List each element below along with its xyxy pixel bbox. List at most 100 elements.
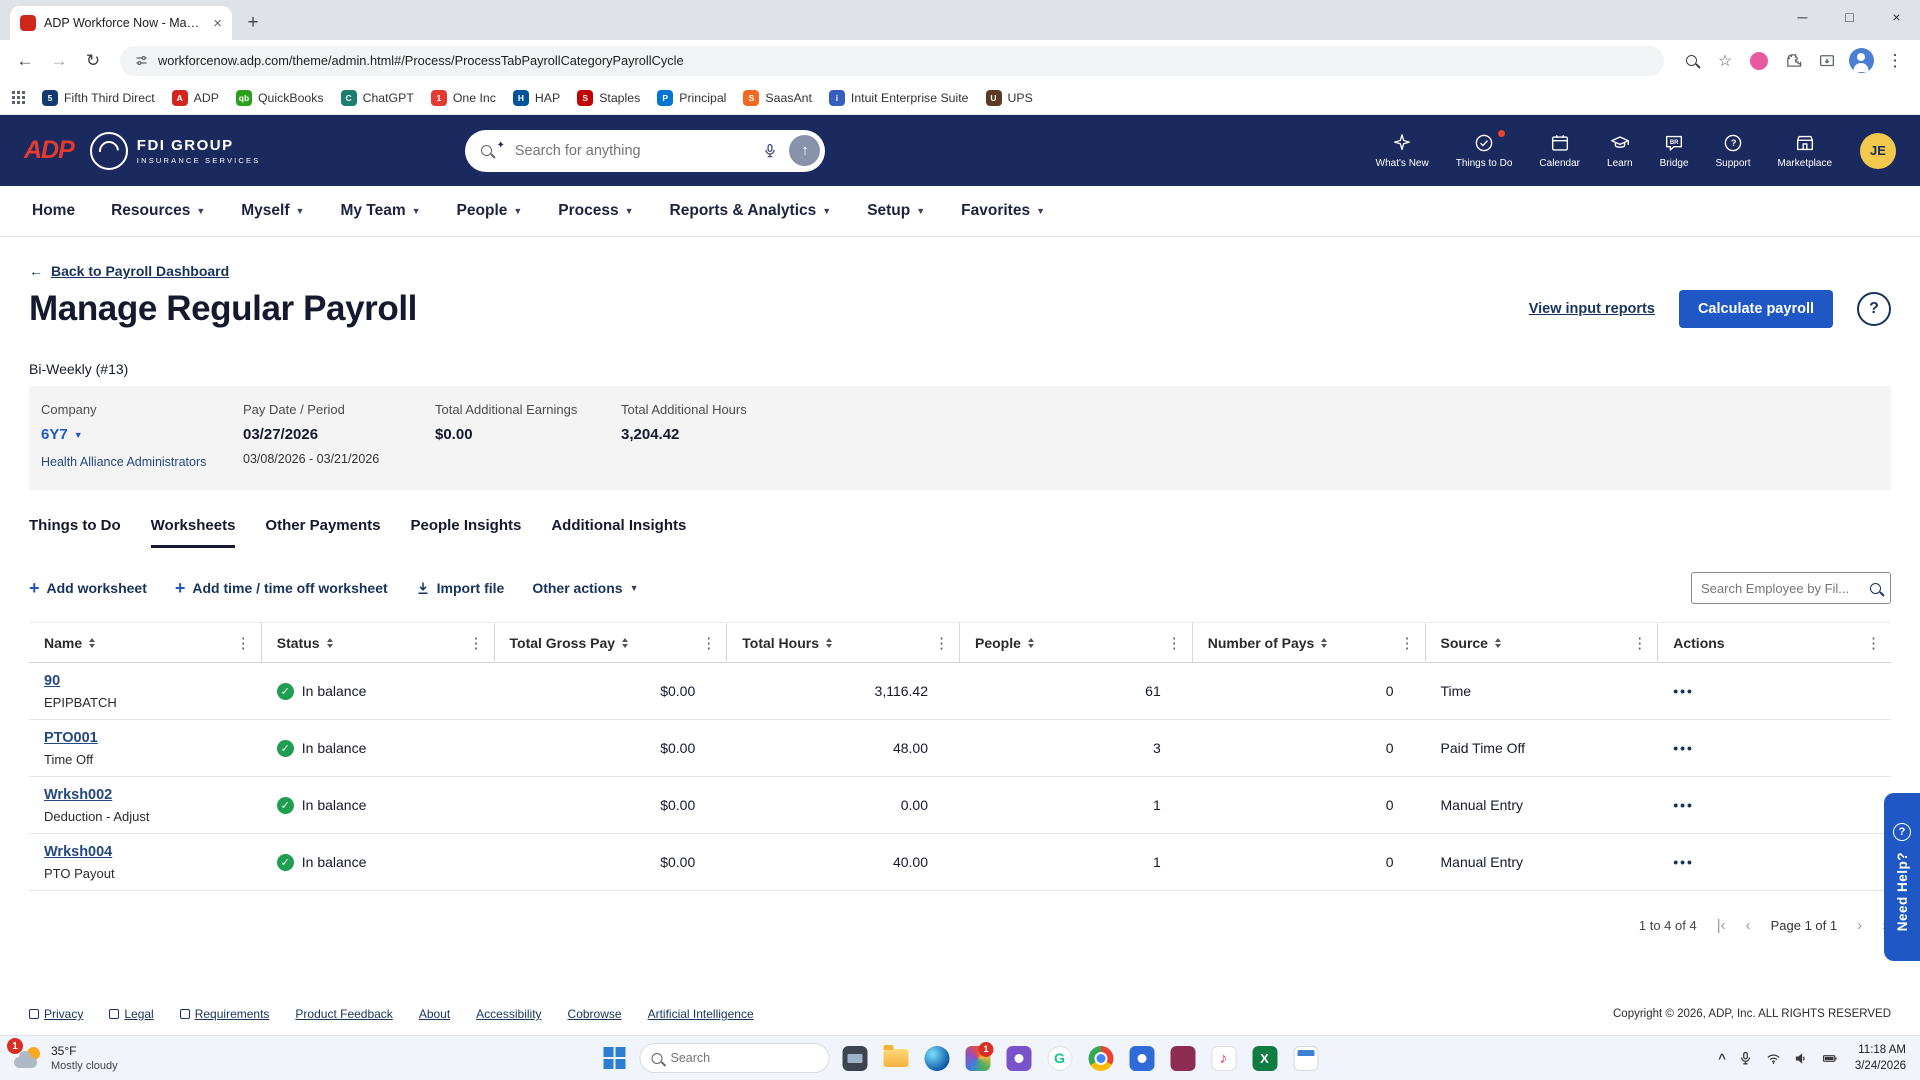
microphone-icon[interactable] (761, 142, 779, 160)
employee-search-input[interactable] (1701, 580, 1862, 596)
apps-grid-icon[interactable] (12, 91, 25, 104)
column-menu-icon[interactable]: ⋮ (469, 634, 484, 652)
add-time-worksheet-button[interactable]: + Add time / time off worksheet (175, 579, 388, 597)
file-explorer-icon[interactable] (880, 1042, 912, 1074)
worksheet-link[interactable]: Wrksh004 (44, 844, 112, 860)
nav-people[interactable]: People ▼ (457, 202, 523, 220)
music-app-icon[interactable]: ♪ (1208, 1042, 1240, 1074)
global-search-input[interactable] (514, 142, 752, 159)
row-actions-button[interactable]: ••• (1673, 683, 1694, 699)
next-page-icon[interactable]: › (1857, 917, 1862, 934)
bookmark-adp[interactable]: A ADP (171, 89, 219, 106)
column-menu-icon[interactable]: ⋮ (236, 634, 251, 652)
things-to-do-button[interactable]: Things to Do (1456, 129, 1512, 169)
column-header-name[interactable]: Name ⋮ (29, 623, 262, 662)
bookmark-star-icon[interactable]: ☆ (1710, 46, 1740, 76)
column-header-number-of-pays[interactable]: Number of Pays ⋮ (1193, 623, 1426, 662)
column-header-gross-pay[interactable]: Total Gross Pay ⋮ (495, 623, 728, 662)
row-actions-button[interactable]: ••• (1673, 854, 1694, 870)
company-code-dropdown[interactable]: 6Y7 ▼ (41, 426, 83, 443)
column-header-source[interactable]: Source ⋮ (1426, 623, 1659, 662)
app-icon-maroon[interactable] (1167, 1042, 1199, 1074)
back-to-dashboard-link[interactable]: ← Back to Payroll Dashboard (29, 263, 229, 279)
browser-menu-icon[interactable]: ⋮ (1880, 46, 1910, 76)
other-actions-dropdown[interactable]: Other actions ▼ (532, 580, 638, 596)
back-icon[interactable]: ← (10, 46, 40, 76)
footer-link-accessibility[interactable]: Accessibility (476, 1007, 541, 1021)
first-page-icon[interactable]: |‹ (1717, 917, 1726, 934)
nav-favorites[interactable]: Favorites ▼ (961, 202, 1045, 220)
sort-icon[interactable] (622, 637, 629, 648)
maximize-button[interactable]: □ (1826, 0, 1873, 34)
sort-icon[interactable] (1027, 637, 1034, 648)
bookmark-intuit-enterprise-suite[interactable]: i Intuit Enterprise Suite (828, 89, 969, 106)
start-button[interactable] (599, 1042, 631, 1074)
column-header-actions[interactable]: Actions ⋮ (1658, 623, 1891, 662)
bookmark-chatgpt[interactable]: C ChatGPT (340, 89, 414, 106)
column-header-total-hours[interactable]: Total Hours ⋮ (727, 623, 960, 662)
footer-link-artificial-intelligence[interactable]: Artificial Intelligence (648, 1007, 754, 1021)
column-menu-icon[interactable]: ⋮ (1400, 634, 1415, 652)
learn-button[interactable]: Learn (1607, 132, 1633, 169)
row-actions-button[interactable]: ••• (1673, 740, 1694, 756)
bookmark-staples[interactable]: S Staples (577, 89, 640, 106)
pinned-extension-icon[interactable] (1744, 46, 1774, 76)
column-menu-icon[interactable]: ⋮ (1632, 634, 1647, 652)
speaker-icon[interactable] (1793, 1050, 1810, 1067)
calculate-payroll-button[interactable]: Calculate payroll (1678, 290, 1833, 328)
taskbar-search-input[interactable] (670, 1051, 818, 1065)
footer-link-about[interactable]: About (419, 1007, 450, 1021)
bridge-button[interactable]: BR Bridge (1660, 132, 1689, 169)
nav-resources[interactable]: Resources ▼ (111, 202, 205, 220)
employee-search-box[interactable] (1691, 572, 1891, 604)
tab-things-to-do[interactable]: Things to Do (29, 517, 121, 548)
edge-icon[interactable] (921, 1042, 953, 1074)
tab-close-icon[interactable]: × (213, 16, 222, 31)
close-button[interactable]: × (1873, 0, 1920, 34)
bookmark-ups[interactable]: U UPS (985, 89, 1033, 106)
photos-app-icon[interactable]: 1 (962, 1042, 994, 1074)
add-worksheet-button[interactable]: + Add worksheet (29, 579, 147, 597)
excel-icon[interactable]: X (1249, 1042, 1281, 1074)
app-icon-purple[interactable] (1003, 1042, 1035, 1074)
worksheet-link[interactable]: Wrksh002 (44, 787, 112, 803)
hidden-icons-chevron[interactable]: ^ (1718, 1051, 1726, 1066)
tab-additional-insights[interactable]: Additional Insights (551, 517, 686, 548)
search-submit-icon[interactable]: ↑ (789, 135, 821, 166)
bookmark-saasant[interactable]: S SaasAnt (743, 89, 812, 106)
global-search-bar[interactable]: ✦ ↑ (465, 129, 826, 172)
nav-my-team[interactable]: My Team ▼ (340, 202, 420, 220)
footer-link-cobrowse[interactable]: Cobrowse (568, 1007, 622, 1021)
whats-new-button[interactable]: What's New (1376, 132, 1429, 169)
system-app-icon[interactable] (839, 1042, 871, 1074)
battery-icon[interactable] (1821, 1050, 1838, 1067)
footer-link-privacy[interactable]: Privacy (29, 1007, 83, 1021)
column-menu-icon[interactable]: ⋮ (701, 634, 716, 652)
row-actions-button[interactable]: ••• (1673, 797, 1694, 813)
nav-myself[interactable]: Myself ▼ (241, 202, 304, 220)
sort-icon[interactable] (826, 637, 832, 648)
profile-avatar-icon[interactable] (1846, 46, 1876, 76)
calendar-button[interactable]: Calendar (1539, 132, 1580, 169)
help-icon[interactable]: ? (1857, 292, 1891, 326)
previous-page-icon[interactable]: ‹ (1746, 917, 1751, 934)
column-menu-icon[interactable]: ⋮ (934, 634, 949, 652)
reload-icon[interactable]: ↻ (78, 46, 108, 76)
nav-setup[interactable]: Setup ▼ (867, 202, 925, 220)
nav-reports-analytics[interactable]: Reports & Analytics ▼ (670, 202, 832, 220)
bookmark-fifth-third-direct[interactable]: 5 Fifth Third Direct (42, 89, 155, 106)
extensions-puzzle-icon[interactable] (1778, 46, 1808, 76)
bookmark-hap[interactable]: H HAP (512, 89, 560, 106)
app-icon-blue[interactable] (1126, 1042, 1158, 1074)
side-panel-icon[interactable] (1812, 46, 1842, 76)
tab-worksheets[interactable]: Worksheets (150, 517, 236, 548)
taskbar-clock[interactable]: 11:18 AM 3/24/2026 (1855, 1042, 1906, 1074)
zoom-icon[interactable] (1676, 46, 1706, 76)
nav-process[interactable]: Process ▼ (558, 202, 633, 220)
search-icon[interactable] (1870, 582, 1881, 594)
footer-link-legal[interactable]: Legal (109, 1007, 154, 1021)
column-menu-icon[interactable]: ⋮ (1866, 634, 1881, 652)
browser-tab[interactable]: ADP Workforce Now - Manage × (10, 6, 232, 40)
address-bar[interactable]: workforcenow.adp.com/theme/admin.html#/P… (120, 45, 1664, 76)
column-header-people[interactable]: People ⋮ (960, 623, 1193, 662)
